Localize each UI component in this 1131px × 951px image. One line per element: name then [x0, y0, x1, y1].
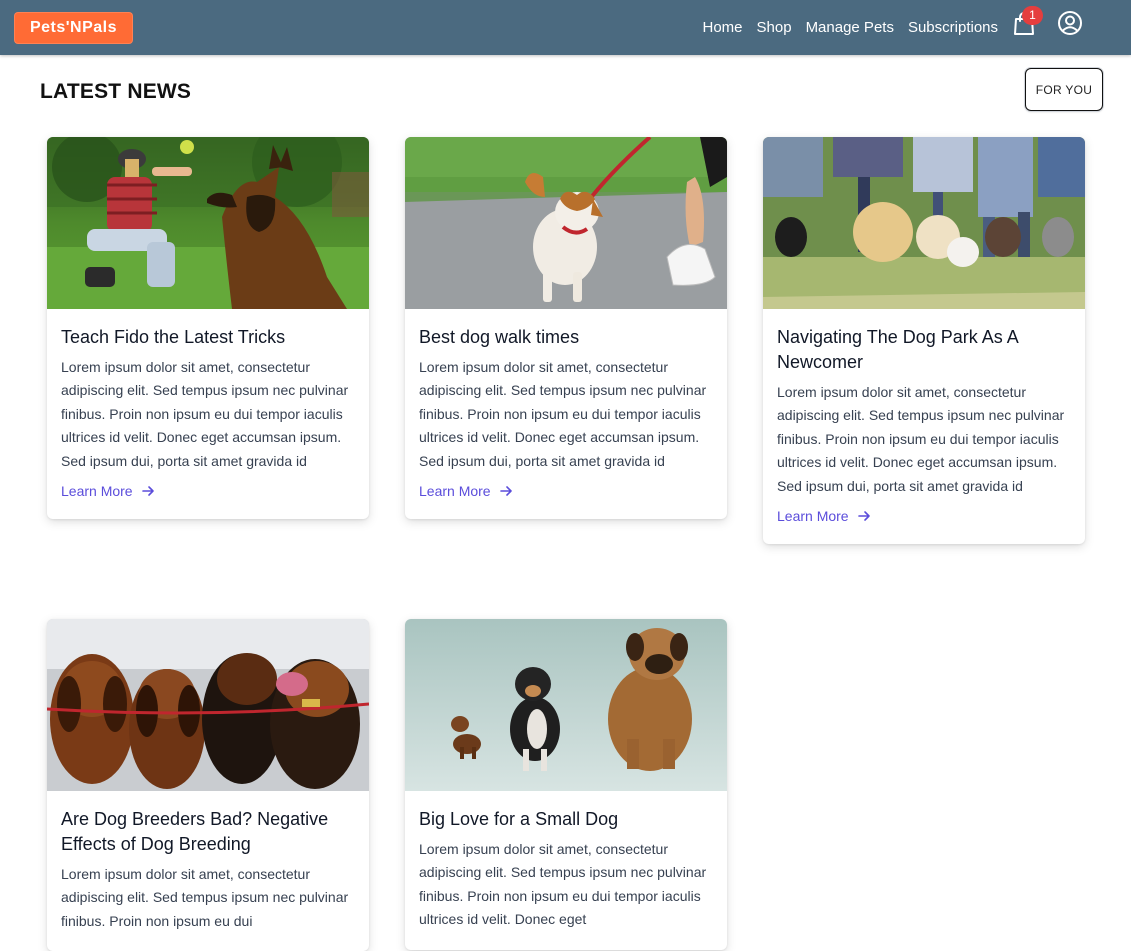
- article-image-bloodhound-puppies[interactable]: [47, 619, 369, 791]
- article-title[interactable]: Big Love for a Small Dog: [419, 807, 713, 832]
- nav-links: Home Shop Manage Pets Subscriptions: [703, 0, 999, 55]
- nav-link-subscriptions[interactable]: Subscriptions: [908, 19, 998, 36]
- article-card: Teach Fido the Latest Tricks Lorem ipsum…: [47, 137, 369, 520]
- article-title[interactable]: Navigating The Dog Park As A Newcomer: [777, 325, 1071, 375]
- nav-link-shop[interactable]: Shop: [757, 19, 792, 36]
- article-title[interactable]: Best dog walk times: [419, 325, 713, 350]
- arrow-right-icon: [141, 484, 155, 498]
- article-image-dog-park[interactable]: [763, 137, 1085, 309]
- article-excerpt: Lorem ipsum dolor sit amet, consectetur …: [61, 866, 349, 929]
- article-title[interactable]: Teach Fido the Latest Tricks: [61, 325, 355, 350]
- article-excerpt: Lorem ipsum dolor sit amet, consectetur …: [419, 841, 707, 928]
- page-title: LATEST NEWS: [40, 80, 192, 103]
- article-title[interactable]: Are Dog Breeders Bad? Negative Effects o…: [61, 807, 355, 857]
- nav-link-home[interactable]: Home: [703, 19, 743, 36]
- learn-more-link[interactable]: Learn More: [777, 508, 871, 524]
- arrow-right-icon: [857, 509, 871, 523]
- article-image-three-dogs[interactable]: [405, 619, 727, 791]
- article-excerpt: Lorem ipsum dolor sit amet, consectetur …: [61, 359, 349, 469]
- user-circle-icon[interactable]: [1057, 10, 1083, 36]
- article-excerpt: Lorem ipsum dolor sit amet, consectetur …: [777, 384, 1065, 494]
- top-navbar: Pets'NPals Home Shop Manage Pets Subscri…: [0, 0, 1131, 55]
- article-card: Big Love for a Small Dog Lorem ipsum dol…: [405, 619, 727, 950]
- article-image-dog-walk[interactable]: [405, 137, 727, 309]
- learn-more-link[interactable]: Learn More: [419, 483, 513, 499]
- article-card: Are Dog Breeders Bad? Negative Effects o…: [47, 619, 369, 951]
- learn-more-label: Learn More: [419, 483, 491, 500]
- learn-more-link[interactable]: Learn More: [61, 483, 155, 499]
- arrow-right-icon: [499, 484, 513, 498]
- learn-more-label: Learn More: [61, 483, 133, 500]
- article-image-dog-training[interactable]: [47, 137, 369, 309]
- article-card: Best dog walk times Lorem ipsum dolor si…: [405, 137, 727, 520]
- cart-count-badge: 1: [1022, 6, 1043, 25]
- nav-link-manage-pets[interactable]: Manage Pets: [806, 19, 894, 36]
- for-you-button[interactable]: FOR YOU: [1025, 68, 1103, 111]
- learn-more-label: Learn More: [777, 508, 849, 525]
- article-card: Navigating The Dog Park As A Newcomer Lo…: [763, 137, 1085, 545]
- brand-logo[interactable]: Pets'NPals: [14, 12, 133, 44]
- article-excerpt: Lorem ipsum dolor sit amet, consectetur …: [419, 359, 707, 469]
